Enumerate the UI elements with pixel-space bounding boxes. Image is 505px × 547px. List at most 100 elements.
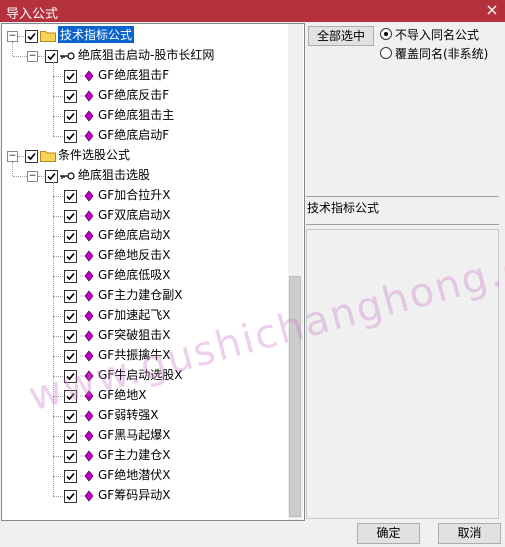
tree-connector <box>53 62 54 136</box>
formula-item-label[interactable]: GF绝底狙击F <box>98 66 169 83</box>
tree-connector <box>13 56 27 57</box>
checkbox[interactable] <box>64 210 77 223</box>
ok-button[interactable]: 确定 <box>357 523 420 544</box>
tree-connector <box>53 96 63 97</box>
tree-connector <box>53 336 63 337</box>
formula-icon <box>79 270 94 282</box>
checkbox[interactable] <box>64 330 77 343</box>
tree-connector <box>53 236 63 237</box>
checkbox[interactable] <box>64 290 77 303</box>
formula-item-label[interactable]: GF加合拉升X <box>98 186 170 203</box>
formula-icon <box>79 490 94 502</box>
checkbox[interactable] <box>45 170 58 183</box>
formula-item-label[interactable]: GF绝地反击X <box>98 246 170 263</box>
tree-connector <box>53 436 63 437</box>
formula-icon <box>79 70 94 82</box>
tree-connector <box>18 156 24 157</box>
formula-item-label[interactable]: GF黑马起爆X <box>98 426 170 443</box>
formula-item-label[interactable]: GF主力建仓副X <box>98 286 182 303</box>
subgroup-label[interactable]: 绝底狙击选股 <box>78 166 150 183</box>
tree-connector <box>53 356 63 357</box>
key-icon <box>59 50 75 62</box>
tree-connector <box>53 256 63 257</box>
checkbox[interactable] <box>64 70 77 83</box>
tree-connector <box>12 42 13 56</box>
divider-bottom <box>306 224 499 225</box>
formula-icon <box>79 330 94 342</box>
divider-top <box>306 196 499 197</box>
formula-item-label[interactable]: GF绝底反击F <box>98 86 169 103</box>
radio-no-import[interactable] <box>380 28 392 40</box>
formula-icon <box>79 450 94 462</box>
cancel-button[interactable]: 取消 <box>438 523 501 544</box>
checkbox[interactable] <box>64 130 77 143</box>
tree-connector <box>53 196 63 197</box>
formula-icon <box>79 250 94 262</box>
expand-toggle[interactable]: − <box>7 151 18 162</box>
expand-toggle[interactable]: − <box>7 31 18 42</box>
radio-overwrite-label: 覆盖同名(非系统) <box>395 47 489 61</box>
formula-icon <box>79 130 94 142</box>
checkbox[interactable] <box>25 150 38 163</box>
close-icon[interactable]: × <box>483 1 501 19</box>
tree-connector <box>38 176 44 177</box>
tree-connector <box>12 162 13 176</box>
group-label[interactable]: 条件选股公式 <box>58 146 130 163</box>
folder-icon <box>40 150 56 162</box>
checkbox[interactable] <box>64 190 77 203</box>
expand-toggle[interactable]: − <box>27 51 38 62</box>
checkbox[interactable] <box>25 30 38 43</box>
formula-item-label[interactable]: GF绝底启动X <box>98 226 170 243</box>
tree-connector <box>18 36 24 37</box>
formula-item-label[interactable]: GF主力建仓X <box>98 446 170 463</box>
formula-item-label[interactable]: GF双底启动X <box>98 206 170 223</box>
tree-connector <box>53 476 63 477</box>
expand-toggle[interactable]: − <box>27 171 38 182</box>
tree-connector <box>13 176 27 177</box>
checkbox[interactable] <box>64 430 77 443</box>
tree-connector <box>53 116 63 117</box>
formula-item-label[interactable]: GF绝地潜伏X <box>98 466 170 483</box>
tree-connector <box>53 136 63 137</box>
subgroup-label[interactable]: 绝底狙击启动-股市长红网 <box>78 46 214 63</box>
checkbox[interactable] <box>64 450 77 463</box>
checkbox[interactable] <box>64 110 77 123</box>
formula-item-label[interactable]: GF绝底低吸X <box>98 266 170 283</box>
formula-item-label[interactable]: GF绝底启动F <box>98 126 169 143</box>
tree-connector <box>53 416 63 417</box>
formula-icon <box>79 470 94 482</box>
formula-icon <box>79 230 94 242</box>
checkbox[interactable] <box>64 310 77 323</box>
tree-connector <box>53 296 63 297</box>
formula-icon <box>79 310 94 322</box>
formula-item-label[interactable]: GF绝底狙击主 <box>98 106 174 123</box>
tree-connector <box>53 456 63 457</box>
checkbox[interactable] <box>64 90 77 103</box>
checkbox[interactable] <box>64 490 77 503</box>
radio-no-import-label: 不导入同名公式 <box>395 28 480 42</box>
formula-item-label[interactable]: GF筹码异动X <box>98 486 170 503</box>
tree-connector <box>38 56 44 57</box>
formula-icon <box>79 190 94 202</box>
checkbox[interactable] <box>64 250 77 263</box>
checkbox[interactable] <box>64 470 77 483</box>
formula-icon <box>79 290 94 302</box>
formula-item-label[interactable]: GF加速起飞X <box>98 306 170 323</box>
title-bar: 导入公式 × <box>0 0 505 22</box>
group-label[interactable]: 技术指标公式 <box>58 26 135 43</box>
formula-icon <box>79 430 94 442</box>
checkbox[interactable] <box>64 230 77 243</box>
checkbox[interactable] <box>64 270 77 283</box>
tree-connector <box>53 216 63 217</box>
key-icon <box>59 170 75 182</box>
formula-item-label[interactable]: GF弱转强X <box>98 406 158 423</box>
tree-connector <box>53 276 63 277</box>
select-all-button[interactable]: 全部选中 <box>308 26 374 46</box>
formula-icon <box>79 410 94 422</box>
formula-tree[interactable]: − 技术指标公式 − 绝底狙击启动-股市长红网 GF绝底狙击F GF绝底反击F GF绝底狙击… <box>1 23 305 521</box>
tree-connector <box>53 182 54 496</box>
formula-icon <box>79 90 94 102</box>
checkbox[interactable] <box>45 50 58 63</box>
radio-overwrite[interactable] <box>380 47 392 59</box>
import-formula-dialog: 导入公式 × − 技术指标公式 − 绝底狙击启动-股市长红网 GF绝底狙击F GF绝底反击… <box>0 0 505 547</box>
